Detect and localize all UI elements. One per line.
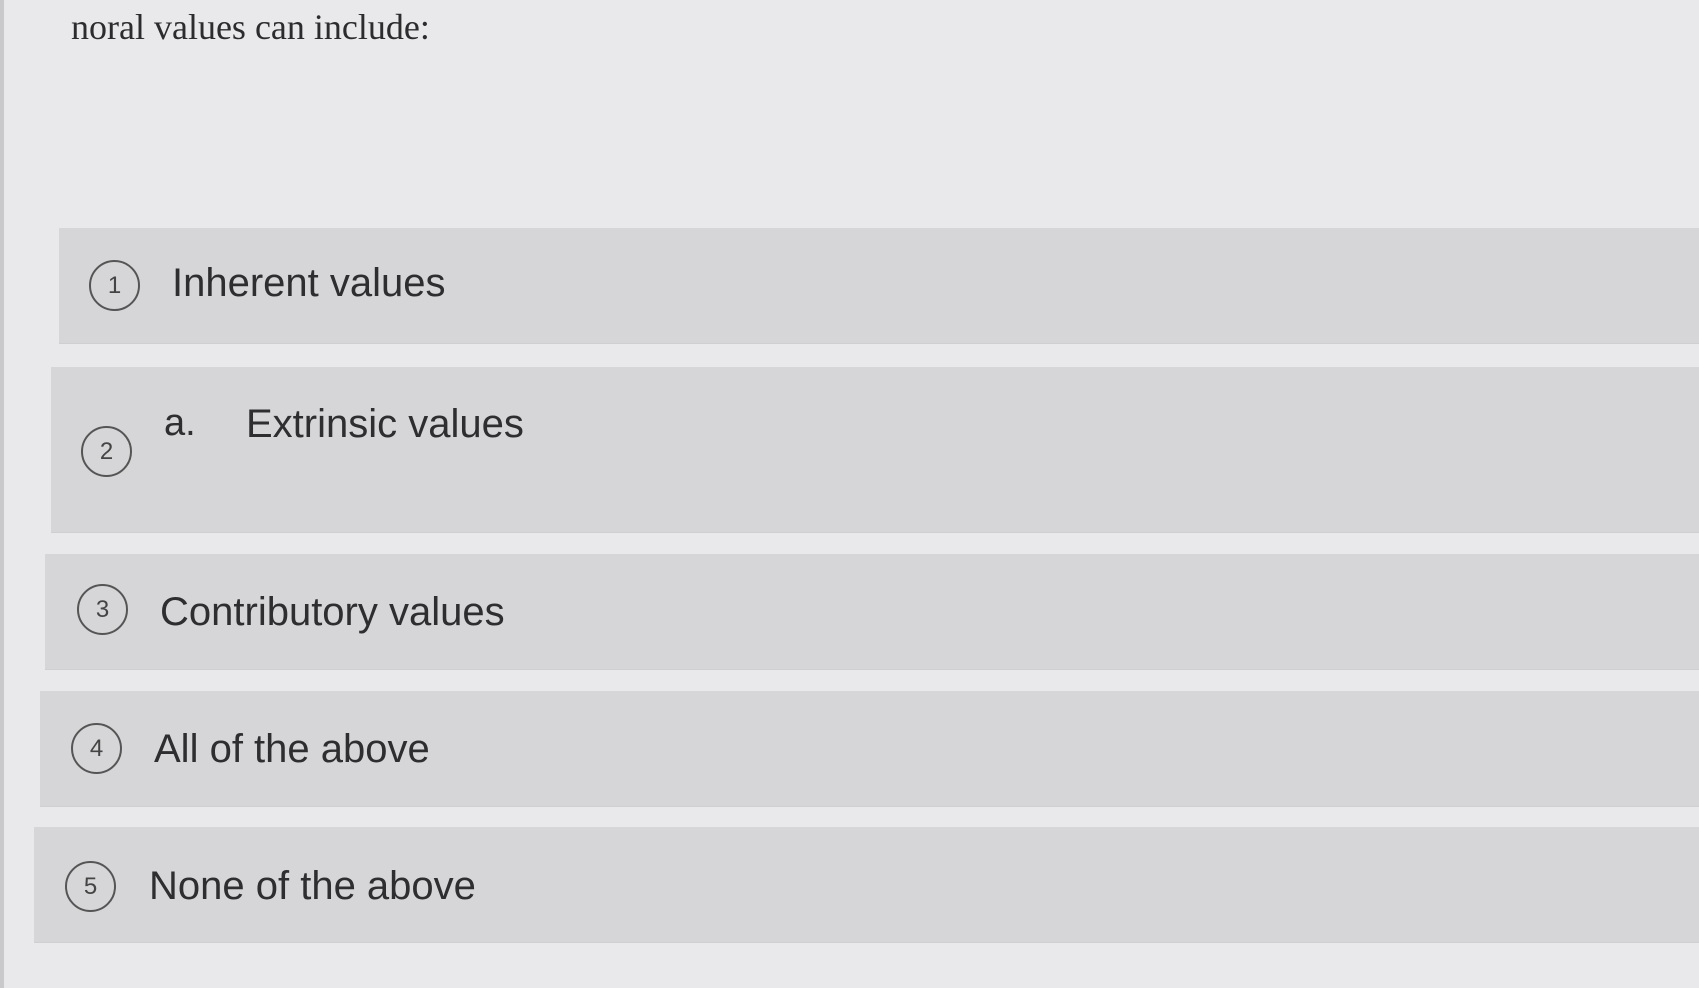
- answer-option-5[interactable]: 5 None of the above: [34, 827, 1699, 942]
- option-prefix-2: a.: [164, 402, 196, 444]
- option-number-4: 4: [71, 723, 122, 774]
- question-text: noral values can include:: [71, 7, 430, 47]
- page-left-edge: [0, 0, 4, 988]
- option-number-2: 2: [81, 426, 132, 477]
- option-label-4: All of the above: [154, 727, 430, 771]
- answer-option-1[interactable]: 1 Inherent values: [59, 228, 1699, 343]
- option-label-5: None of the above: [149, 864, 476, 908]
- option-label-2: Extrinsic values: [246, 402, 524, 446]
- option-label-1: Inherent values: [172, 261, 446, 305]
- option-number-5: 5: [65, 861, 116, 912]
- answer-option-3[interactable]: 3 Contributory values: [45, 554, 1699, 669]
- answer-option-4[interactable]: 4 All of the above: [40, 691, 1699, 806]
- option-label-3: Contributory values: [160, 590, 505, 634]
- answer-option-2[interactable]: 2 a. Extrinsic values: [51, 367, 1699, 532]
- option-number-1: 1: [89, 260, 140, 311]
- option-number-3: 3: [77, 584, 128, 635]
